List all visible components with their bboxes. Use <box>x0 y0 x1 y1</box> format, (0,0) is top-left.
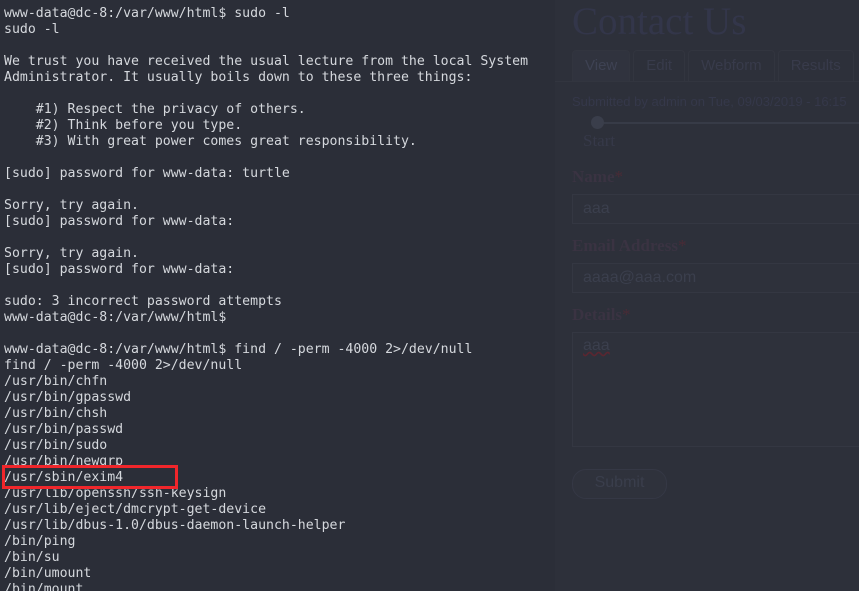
terminal-line: #3) With great power comes great respons… <box>4 134 417 149</box>
terminal-line: /bin/umount <box>4 566 92 581</box>
terminal-line: Sorry, try again. <box>4 198 139 213</box>
tab-webform[interactable]: Webform <box>688 50 775 81</box>
field-name: Name* aaa <box>555 167 859 224</box>
progress-step-dot[interactable] <box>591 116 604 129</box>
terminal-line: [sudo] password for www-data: <box>4 262 235 277</box>
terminal-line: /bin/mount <box>4 582 84 591</box>
terminal-line: Administrator. It usually boils down to … <box>4 70 473 85</box>
terminal-line: [sudo] password for www-data: <box>4 214 235 229</box>
terminal-line: www-data@dc-8:/var/www/html$ <box>4 310 227 325</box>
terminal-line: /usr/bin/sudo <box>4 438 108 453</box>
submitted-by-text: Submitted by admin on Tue, 09/03/2019 - … <box>572 94 847 109</box>
terminal[interactable]: www-data@dc-8:/var/www/html$ sudo -l sudo… <box>0 0 555 591</box>
terminal-line: /bin/su <box>4 550 60 565</box>
progress-line <box>601 122 859 124</box>
terminal-line: /usr/bin/gpasswd <box>4 390 132 405</box>
terminal-line: www-data@dc-8:/var/www/html$ sudo -l <box>4 6 290 21</box>
progress-step-label: Start <box>583 131 616 150</box>
tab-view[interactable]: View <box>572 50 631 81</box>
required-marker: * <box>614 167 623 186</box>
annotation-highlight-box <box>2 465 178 489</box>
terminal-line: sudo -l <box>4 22 60 37</box>
field-label-name: Name* <box>572 167 859 187</box>
field-label-details-text: Details <box>572 305 623 324</box>
terminal-line: www-data@dc-8:/var/www/html$ find / -per… <box>4 342 473 357</box>
name-input[interactable]: aaa <box>572 194 859 224</box>
tab-edit[interactable]: Edit <box>633 50 686 81</box>
webform-progress-tracker: Start <box>555 113 859 155</box>
field-details: Details* aaa <box>555 305 859 447</box>
terminal-line: #1) Respect the privacy of others. <box>4 102 306 117</box>
terminal-line: We trust you have received the usual lec… <box>4 54 529 69</box>
page-main-content: Contact Us View Edit Webform Results Sub… <box>555 0 859 591</box>
field-label-email: Email Address* <box>572 236 859 256</box>
terminal-line: [sudo] password for www-data: turtle <box>4 166 290 181</box>
field-label-name-text: Name <box>572 167 615 186</box>
field-label-email-text: Email Address <box>572 236 678 255</box>
terminal-line: Sorry, try again. <box>4 246 139 261</box>
tab-results[interactable]: Results <box>777 50 854 81</box>
page-title: Contact Us <box>572 0 747 43</box>
field-email: Email Address* aaaa@aaa.com <box>555 236 859 293</box>
terminal-line: find / -perm -4000 2>/dev/null <box>4 358 243 373</box>
terminal-line: sudo: 3 incorrect password attempts <box>4 294 282 309</box>
details-textarea-value: aaa <box>583 337 610 354</box>
details-textarea[interactable]: aaa <box>572 332 859 447</box>
terminal-line: /usr/lib/dbus-1.0/dbus-daemon-launch-hel… <box>4 518 346 533</box>
tab-bar: View Edit Webform Results <box>555 49 859 82</box>
terminal-line: #2) Think before you type. <box>4 118 243 133</box>
terminal-line: /bin/ping <box>4 534 76 549</box>
submit-button[interactable]: Submit <box>572 469 667 499</box>
terminal-line: /usr/bin/chfn <box>4 374 108 389</box>
terminal-line: /usr/lib/eject/dmcrypt-get-device <box>4 502 267 517</box>
required-marker: * <box>622 305 631 324</box>
field-label-details: Details* <box>572 305 859 325</box>
required-marker: * <box>677 236 687 255</box>
terminal-line: /usr/bin/chsh <box>4 406 108 421</box>
email-input[interactable]: aaaa@aaa.com <box>572 263 859 293</box>
terminal-line: /usr/bin/passwd <box>4 422 124 437</box>
